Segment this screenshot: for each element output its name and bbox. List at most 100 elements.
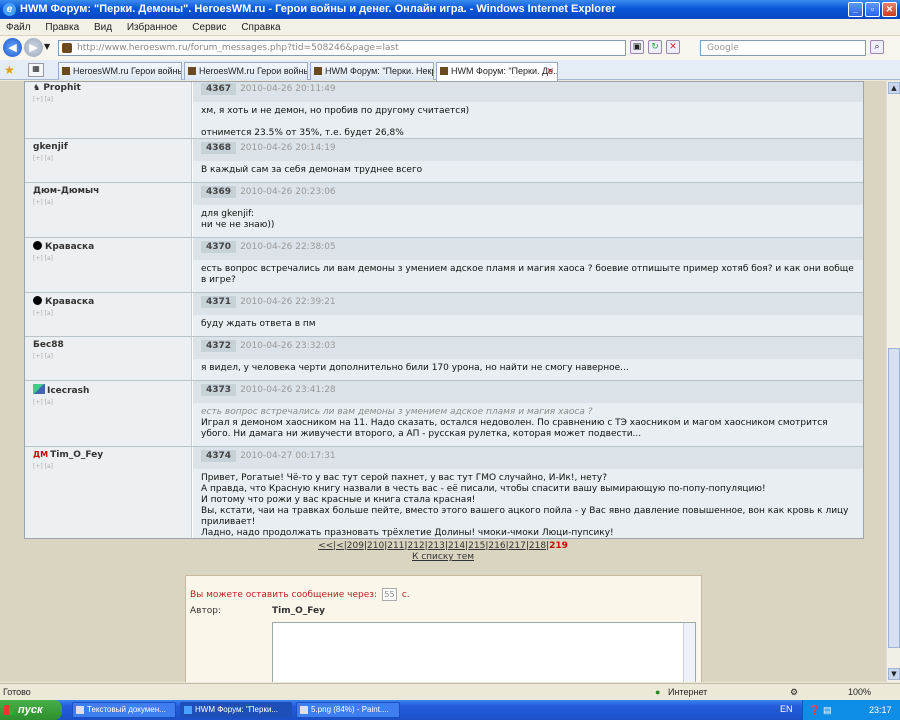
minimize-button[interactable]: _: [848, 2, 863, 17]
pager-first-prev[interactable]: <<|<|: [318, 541, 347, 551]
textarea-scrollbar[interactable]: [683, 623, 695, 682]
post-number[interactable]: 4369: [201, 186, 237, 198]
page-link[interactable]: 213: [428, 541, 445, 551]
refresh-icon[interactable]: ↻: [648, 40, 662, 54]
search-icon[interactable]: ⌕: [870, 40, 884, 54]
tab-heroeswm-1[interactable]: HeroesWM.ru Герои войны ...: [58, 62, 182, 80]
author-name[interactable]: Краваска: [45, 242, 94, 252]
author-links[interactable]: [+] [a]: [33, 255, 183, 262]
window-title: HWM Форум: "Перки. Демоны". HeroesWM.ru …: [20, 3, 616, 15]
forum-post: ♞ Prophit [+] [a] 4367 2010-04-26 20:11:4…: [25, 82, 863, 139]
message-textarea[interactable]: [272, 622, 696, 682]
author-links[interactable]: [+] [a]: [33, 155, 183, 162]
author-name[interactable]: Бес88: [33, 340, 183, 350]
post-header: 4369 2010-04-26 20:23:06: [193, 183, 863, 205]
address-field[interactable]: http://www.heroeswm.ru/forum_messages.ph…: [58, 40, 626, 56]
page-link[interactable]: 212: [407, 541, 424, 551]
forum-post: Icecrash [+] [a] 4373 2010-04-26 23:41:28…: [25, 381, 863, 447]
author-name[interactable]: gkenjif: [33, 142, 183, 152]
maximize-button[interactable]: ▫: [865, 2, 880, 17]
author-name[interactable]: Icecrash: [47, 386, 89, 396]
menu-favorites[interactable]: Избранное: [121, 19, 184, 34]
quick-tabs-icon[interactable]: ▦: [28, 63, 44, 77]
page-link[interactable]: 218: [529, 541, 546, 551]
scroll-up-icon[interactable]: ▲: [888, 82, 900, 94]
back-button[interactable]: ◀: [3, 38, 22, 57]
task-ie-forum[interactable]: HWM Форум: "Перки...: [180, 702, 292, 718]
page-viewport: ♞ Prophit [+] [a] 4367 2010-04-26 20:11:4…: [0, 81, 886, 682]
network-tray-icon[interactable]: ▤: [823, 700, 832, 720]
topic-list-link[interactable]: К списку тем: [0, 552, 886, 562]
page-link[interactable]: 210: [367, 541, 384, 551]
tab-forum-demons[interactable]: HWM Форум: "Перки. Де..." ✕: [436, 62, 558, 81]
zoom-level[interactable]: 100%: [848, 687, 871, 697]
language-indicator[interactable]: EN: [780, 704, 793, 714]
post-author: Дюм-Дюмыч [+] [a]: [25, 183, 192, 237]
post-number[interactable]: 4372: [201, 340, 237, 352]
tab-close-icon[interactable]: ✕: [546, 63, 554, 79]
task-notepad[interactable]: Текстовый докумен...: [72, 702, 176, 718]
task-paint[interactable]: 5.png (84%) - Paint....: [296, 702, 400, 718]
menu-file[interactable]: Файл: [0, 19, 37, 34]
tab-forum-necro[interactable]: HWM Форум: "Перки. Некро...": [310, 62, 434, 80]
page-link[interactable]: 214: [448, 541, 465, 551]
author-name[interactable]: Краваска: [45, 297, 94, 307]
menu-edit[interactable]: Правка: [39, 19, 85, 34]
author-name[interactable]: Prophit: [43, 83, 80, 93]
scroll-down-icon[interactable]: ▼: [888, 668, 900, 680]
ie-icon: [184, 706, 192, 714]
page-link[interactable]: 209: [347, 541, 364, 551]
address-toolbar: ◀ ▶ ▼ http://www.heroeswm.ru/forum_messa…: [0, 36, 900, 60]
pagination: <<|<|209|210|211|212|213|214|215|216|217…: [0, 541, 886, 562]
post-quote: есть вопрос встречались ли вам демоны з …: [201, 407, 593, 417]
tab-bar: ★ ▦ HeroesWM.ru Герои войны ... HeroesWM…: [0, 60, 900, 81]
search-field[interactable]: Google: [700, 40, 866, 56]
paint-icon: [300, 706, 308, 714]
clock[interactable]: 23:17: [869, 700, 892, 720]
post-body: я видел, у человека черти дополнительно …: [193, 359, 863, 380]
post-body: есть вопрос встречались ли вам демоны з …: [193, 403, 863, 446]
post-number[interactable]: 4374: [201, 450, 237, 462]
post-number[interactable]: 4371: [201, 296, 237, 308]
post-number[interactable]: 4367: [201, 83, 237, 95]
author-links[interactable]: [+] [a]: [33, 399, 183, 406]
forward-button[interactable]: ▶: [24, 38, 43, 57]
post-author: Бес88 [+] [a]: [25, 337, 192, 380]
history-dropdown-icon[interactable]: ▼: [44, 42, 50, 51]
author-links[interactable]: [+] [a]: [33, 310, 183, 317]
page-link[interactable]: 216: [488, 541, 505, 551]
menu-help[interactable]: Справка: [235, 19, 286, 34]
start-button[interactable]: пуск: [0, 700, 62, 720]
stop-icon[interactable]: ✕: [666, 40, 680, 54]
page-scrollbar[interactable]: ▲ ▼: [886, 81, 900, 682]
page-link[interactable]: 211: [387, 541, 404, 551]
author-links[interactable]: [+] [a]: [33, 96, 183, 103]
task-label: HWM Форум: "Перки...: [195, 705, 279, 714]
compat-view-icon[interactable]: ▣: [630, 40, 644, 54]
page-link[interactable]: 217: [509, 541, 526, 551]
page-link[interactable]: 215: [468, 541, 485, 551]
author-links[interactable]: [+] [a]: [33, 199, 183, 206]
system-tray: ❓ ▤ 23:17: [802, 700, 900, 720]
author-name[interactable]: Дюм-Дюмыч: [33, 186, 183, 196]
post-date: 2010-04-26 23:32:03: [240, 341, 336, 351]
close-window-button[interactable]: ✕: [882, 2, 897, 17]
post-date: 2010-04-26 22:39:21: [240, 297, 336, 307]
site-favicon-icon: [62, 43, 72, 53]
scroll-thumb[interactable]: [888, 348, 900, 648]
post-number[interactable]: 4373: [201, 384, 237, 396]
post-date: 2010-04-27 00:17:31: [240, 451, 336, 461]
favorites-star-icon[interactable]: ★: [4, 63, 15, 77]
help-tray-icon[interactable]: ❓: [809, 700, 820, 720]
author-links[interactable]: [+] [a]: [33, 463, 183, 470]
author-links[interactable]: [+] [a]: [33, 353, 183, 360]
ie-logo-icon: e: [3, 3, 16, 16]
post-number[interactable]: 4368: [201, 142, 237, 154]
tab-heroeswm-2[interactable]: HeroesWM.ru Герои войны ...: [184, 62, 308, 80]
menu-tools[interactable]: Сервис: [186, 19, 232, 34]
post-body: есть вопрос встречались ли вам демоны з …: [193, 260, 863, 292]
author-name[interactable]: Tim_O_Fey: [50, 450, 103, 460]
protected-mode-icon[interactable]: ⚙: [790, 687, 798, 698]
post-number[interactable]: 4370: [201, 241, 237, 253]
menu-view[interactable]: Вид: [88, 19, 118, 34]
